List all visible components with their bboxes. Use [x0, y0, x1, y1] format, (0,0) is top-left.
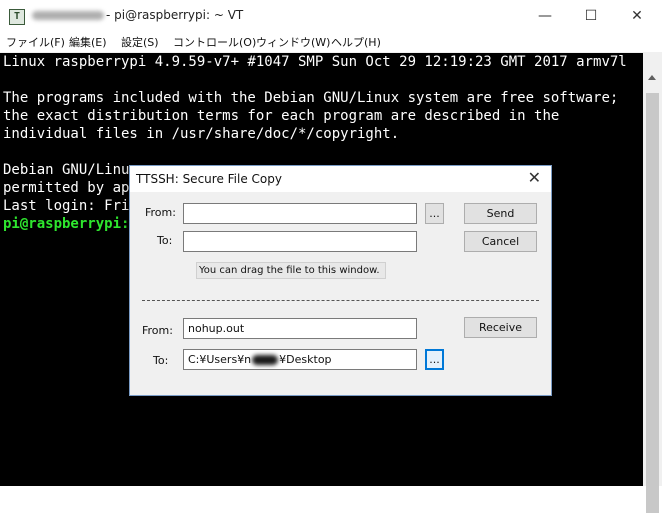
- dialog-title: TTSSH: Secure File Copy: [136, 172, 282, 186]
- receive-button[interactable]: Receive: [464, 317, 537, 338]
- maximize-button[interactable]: ☐: [568, 0, 614, 32]
- receive-to-path-suffix: ¥Desktop: [279, 353, 332, 366]
- scroll-up-arrow-icon[interactable]: [648, 75, 656, 80]
- terminal-line: individual files in /usr/share/doc/*/cop…: [3, 126, 400, 142]
- terminal-line: permitted by app: [3, 180, 138, 196]
- scp-dialog: TTSSH: Secure File Copy ✕ From: ... Send…: [129, 165, 552, 396]
- terminal-line: the exact distribution terms for each pr…: [3, 108, 560, 124]
- send-from-label: From:: [145, 206, 176, 219]
- receive-from-label: From:: [142, 324, 173, 337]
- cancel-button[interactable]: Cancel: [464, 231, 537, 252]
- send-to-label: To:: [157, 234, 173, 247]
- section-divider: [142, 300, 539, 301]
- receive-to-input[interactable]: C:¥Users¥n ¥Desktop: [183, 349, 417, 370]
- menu-control[interactable]: コントロール(O): [173, 34, 256, 50]
- terminal-prompt: pi@raspberrypi:~: [3, 216, 138, 232]
- menu-file[interactable]: ファイル(F): [6, 34, 65, 50]
- dialog-close-icon[interactable]: ✕: [528, 168, 541, 187]
- terminal-line: Linux raspberrypi 4.9.59-v7+ #1047 SMP S…: [3, 54, 627, 70]
- send-browse-button[interactable]: ...: [425, 203, 444, 224]
- terminal-line: The programs included with the Debian GN…: [3, 90, 619, 106]
- close-button[interactable]: ✕: [614, 0, 660, 32]
- menu-edit[interactable]: 編集(E): [69, 34, 107, 50]
- title-bar[interactable]: T - pi@raspberrypi: ~ VT — ☐ ✕: [0, 0, 662, 32]
- receive-to-label: To:: [153, 354, 169, 367]
- scrollbar-thumb[interactable]: [646, 93, 659, 513]
- terminal-line: Last login: Fri: [3, 198, 130, 214]
- menu-setup[interactable]: 設定(S): [121, 34, 159, 50]
- vertical-scrollbar[interactable]: [643, 53, 662, 513]
- minimize-button[interactable]: —: [522, 0, 568, 32]
- receive-to-path-prefix: C:¥Users¥n: [188, 353, 252, 366]
- redacted-hostname: [32, 11, 104, 20]
- send-from-input[interactable]: [183, 203, 417, 224]
- menu-help[interactable]: ヘルプ(H): [331, 34, 381, 50]
- window-title: - pi@raspberrypi: ~ VT: [106, 8, 244, 22]
- menu-bar: ファイル(F) 編集(E) 設定(S) コントロール(O) ウィンドウ(W) ヘ…: [0, 32, 662, 53]
- drag-drop-hint[interactable]: You can drag the file to this window.: [196, 262, 386, 279]
- send-to-input[interactable]: [183, 231, 417, 252]
- redacted-username: [252, 355, 279, 365]
- receive-from-input[interactable]: nohup.out: [183, 318, 417, 339]
- terminal-line: Debian GNU/Linux: [3, 162, 138, 178]
- menu-window[interactable]: ウィンドウ(W): [256, 34, 330, 50]
- send-button[interactable]: Send: [464, 203, 537, 224]
- teraterm-app-icon[interactable]: T: [9, 9, 25, 25]
- dialog-title-bar[interactable]: TTSSH: Secure File Copy ✕: [130, 166, 551, 192]
- receive-browse-button[interactable]: ...: [425, 349, 444, 370]
